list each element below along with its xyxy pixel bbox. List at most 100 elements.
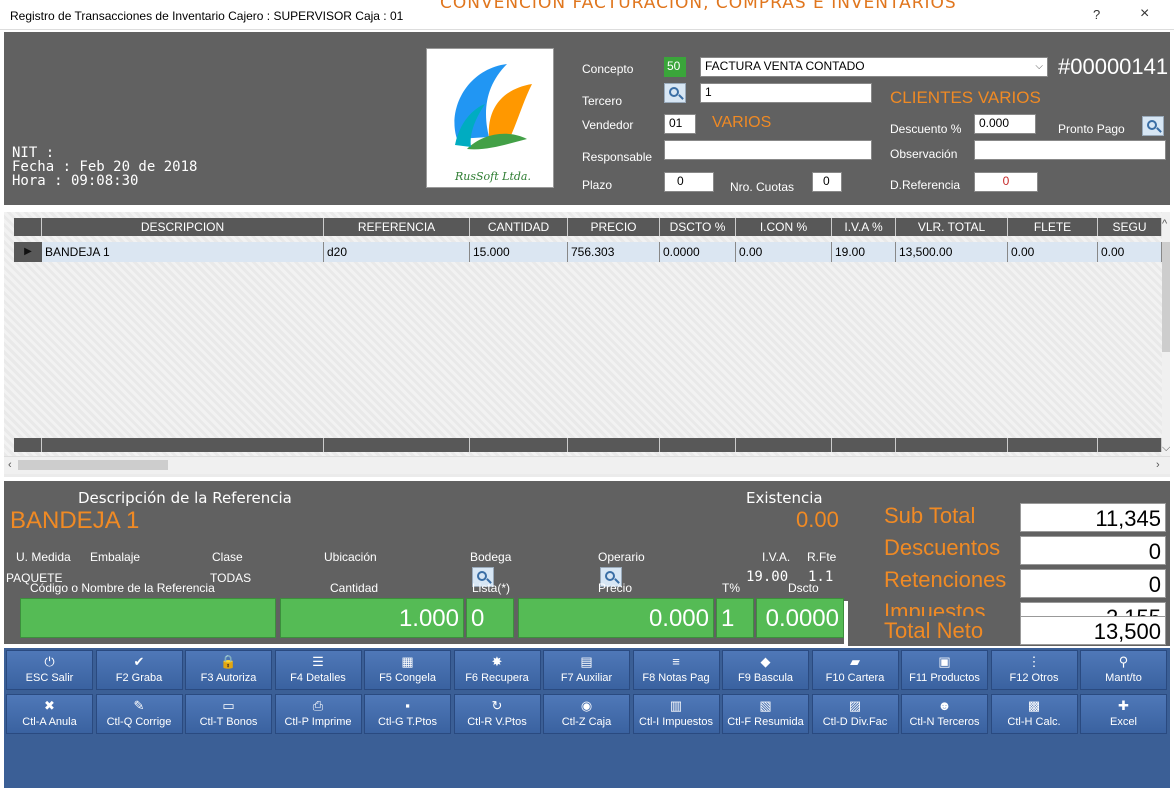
responsable-input[interactable]: [664, 140, 872, 160]
f11-productos-button[interactable]: ▣ F11 Productos: [901, 650, 988, 690]
ctl-a-anula-button[interactable]: ✖ Ctl-A Anula: [6, 694, 93, 734]
f6-recupera-button[interactable]: ✸ F6 Recupera: [453, 650, 541, 690]
col-header-flete[interactable]: FLETE: [1008, 218, 1098, 236]
ctl-n-terceros-button[interactable]: ☻ Ctl-N Terceros: [901, 694, 988, 734]
transactions-grid[interactable]: DESCRIPCION REFERENCIA CANTIDAD PRECIO D…: [4, 212, 1170, 477]
edit-icon: ✎: [133, 698, 145, 713]
lock-icon: 🔒: [220, 654, 237, 669]
scroll-down-icon[interactable]: ⌵: [1162, 442, 1170, 455]
table-cell[interactable]: 0.00: [736, 242, 832, 262]
ctl-h-calc-button[interactable]: ▩ Ctl-H Calc.: [990, 694, 1078, 734]
concepto-code[interactable]: 50: [664, 57, 686, 77]
excel-button[interactable]: ✚ Excel: [1080, 694, 1167, 734]
col-header-dscto[interactable]: DSCTO %: [660, 218, 736, 236]
concepto-select[interactable]: FACTURA VENTA CONTADO ⌵: [700, 57, 1048, 77]
search-icon: ⚲: [1118, 654, 1129, 669]
codigo-label: Código o Nombre de la Referencia: [30, 581, 215, 595]
tercero-label: Tercero: [582, 94, 623, 108]
descuento-input[interactable]: 0.000: [974, 114, 1036, 134]
mant-to-button[interactable]: ⚲ Mant/to: [1080, 650, 1167, 690]
vertical-scroll-thumb[interactable]: [1162, 242, 1170, 352]
table-cell[interactable]: 0.0000: [660, 242, 736, 262]
help-button[interactable]: ?: [1093, 7, 1100, 22]
concepto-value: FACTURA VENTA CONTADO: [705, 59, 865, 73]
lista-input[interactable]: 0: [466, 598, 514, 638]
ctl-r-v-ptos-button[interactable]: ↻ Ctl-R V.Ptos: [453, 694, 541, 734]
col-header-descripcion[interactable]: DESCRIPCION: [42, 218, 324, 236]
f9-bascula-button[interactable]: ◆ F9 Bascula: [722, 650, 809, 690]
close-button[interactable]: ×: [1140, 5, 1149, 23]
f7-auxiliar-button[interactable]: ▤ F7 Auxiliar: [543, 650, 630, 690]
precio-input[interactable]: 0.000: [518, 598, 714, 638]
col-header-segu[interactable]: SEGU: [1098, 218, 1162, 236]
button-label: F6 Recupera: [465, 672, 529, 684]
scroll-left-icon[interactable]: ‹: [8, 459, 12, 471]
f5-congela-button[interactable]: ▦ F5 Congela: [364, 650, 451, 690]
ctl-d-div-fac-button[interactable]: ▨ Ctl-D Div.Fac: [811, 694, 899, 734]
col-header-icon[interactable]: I.CON %: [736, 218, 832, 236]
f3-autoriza-button[interactable]: 🔒 F3 Autoriza: [185, 650, 272, 690]
f4-detalles-button[interactable]: ☰ F4 Detalles: [274, 650, 362, 690]
function-button-bar: ⏻ ESC Salir ✔ F2 Graba 🔒 F3 Autoriza ☰ F4 Detal…: [4, 648, 1170, 788]
ctl-i-impuestos-button[interactable]: ▥ Ctl-I Impuestos: [632, 694, 720, 734]
tercero-input[interactable]: 1: [700, 83, 872, 103]
button-label: Ctl-F Resumida: [727, 716, 804, 728]
col-header-precio[interactable]: PRECIO: [568, 218, 660, 236]
notes-icon: ≡: [672, 654, 680, 669]
ctl-f-resumida-button[interactable]: ▧ Ctl-F Resumida: [722, 694, 809, 734]
observacion-label: Observación: [890, 147, 958, 161]
table-cell[interactable]: 0.00: [1008, 242, 1098, 262]
scroll-up-icon[interactable]: ^: [1162, 218, 1167, 230]
dref-input[interactable]: 0: [974, 172, 1038, 192]
row-indicator[interactable]: ▶: [14, 242, 42, 262]
col-header-iva[interactable]: I.V.A %: [832, 218, 896, 236]
f10-cartera-button[interactable]: ▰ F10 Cartera: [811, 650, 899, 690]
pronto-pago-button[interactable]: [1142, 116, 1164, 136]
col-header-cantidad[interactable]: CANTIDAD: [470, 218, 568, 236]
scroll-right-icon[interactable]: ›: [1156, 459, 1160, 471]
ctl-g-t-ptos-button[interactable]: ▪ Ctl-G T.Ptos: [364, 694, 451, 734]
table-cell[interactable]: 756.303: [568, 242, 660, 262]
vendedor-code-input[interactable]: 01: [664, 114, 696, 134]
tpct-input[interactable]: 1: [716, 598, 754, 638]
observacion-input[interactable]: [974, 140, 1166, 160]
button-label: F3 Autoriza: [200, 672, 257, 684]
esc-salir-button[interactable]: ⏻ ESC Salir: [6, 650, 93, 690]
col-header-vlr-total[interactable]: VLR. TOTAL: [896, 218, 1008, 236]
f2-graba-button[interactable]: ✔ F2 Graba: [95, 650, 183, 690]
col-header-referencia[interactable]: REFERENCIA: [324, 218, 470, 236]
table-cell[interactable]: 0.00: [1098, 242, 1162, 262]
clase-label: Clase: [212, 550, 243, 564]
document-icon: ▤: [580, 654, 593, 669]
ctl-p-imprime-button[interactable]: ⎙ Ctl-P Imprime: [274, 694, 362, 734]
desc-ref-value: BANDEJA 1: [10, 507, 140, 534]
row-selected-icon: ▶: [24, 246, 32, 257]
chevron-down-icon: ⌵: [1035, 61, 1043, 72]
bodega-label: Bodega: [470, 550, 512, 564]
totalneto-row: Total Neto 13,500: [848, 616, 1170, 646]
table-cell[interactable]: 19.00: [832, 242, 896, 262]
f8-notas-pag-button[interactable]: ≡ F8 Notas Pag: [632, 650, 720, 690]
doc-number-text: #00000141: [1058, 54, 1169, 79]
ctl-t-bonos-button[interactable]: ▭ Ctl-T Bonos: [185, 694, 272, 734]
f12-otros-button[interactable]: ⋮ F12 Otros: [990, 650, 1078, 690]
cantidad-input[interactable]: 1.000: [280, 598, 464, 638]
company-info: NIT : Fecha : Feb 20 de 2018 Hora : 09:0…: [12, 146, 197, 188]
ctl-z-caja-button[interactable]: ◉ Ctl-Z Caja: [543, 694, 630, 734]
dscto-input[interactable]: 0.0000: [756, 598, 844, 638]
cuotas-input[interactable]: 0: [812, 172, 842, 192]
split-icon: ▨: [848, 698, 862, 713]
table-cell[interactable]: d20: [324, 242, 470, 262]
tercero-search-button[interactable]: [664, 83, 686, 103]
table-cell[interactable]: 13,500.00: [896, 242, 1008, 262]
horizontal-scroll-thumb[interactable]: [18, 460, 168, 470]
rfte-label: R.Fte: [807, 550, 837, 564]
points-icon: ▪: [405, 698, 410, 713]
table-cell[interactable]: BANDEJA 1: [42, 242, 324, 262]
plazo-input[interactable]: 0: [664, 172, 714, 192]
ctl-q-corrige-button[interactable]: ✎ Ctl-Q Corrige: [95, 694, 183, 734]
doc-number: #00000141: [1058, 54, 1168, 80]
horizontal-scrollbar[interactable]: [4, 456, 1170, 474]
table-cell[interactable]: 15.000: [470, 242, 568, 262]
codigo-input[interactable]: [20, 598, 276, 638]
